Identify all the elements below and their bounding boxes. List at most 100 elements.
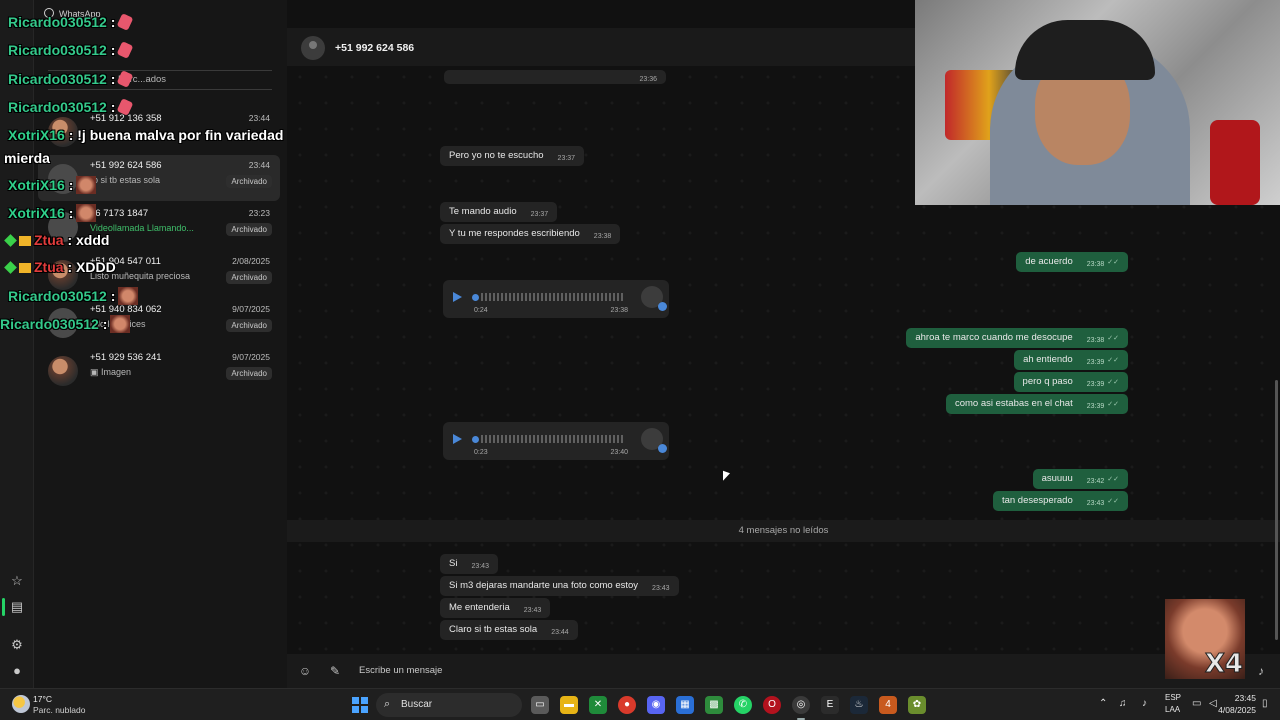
message-composer: ☺ ✎ Escribe un mensaje ♪ [287, 654, 1280, 688]
message-bubble-out[interactable]: ahroa te marco cuando me desocupe 23:38 ✓✓ [906, 328, 1128, 348]
speaker-icon[interactable]: ◁ [1209, 698, 1217, 709]
playhead[interactable] [472, 436, 479, 443]
store-icon[interactable]: ▦ [676, 696, 694, 714]
chat-username: XotriX16 [8, 205, 65, 221]
steam-icon[interactable]: ♨ [850, 696, 868, 714]
message-text: Pero yo no te escucho [449, 150, 544, 161]
crown-badge-icon [19, 263, 31, 273]
xbox-icon[interactable]: ✕ [589, 696, 607, 714]
network-icon[interactable]: ▭ [1192, 698, 1201, 709]
message-bubble-in[interactable]: Si m3 dejaras mandarte una foto como est… [440, 576, 679, 596]
mic-record-icon[interactable]: ♪ [1253, 663, 1269, 679]
message-bubble-out[interactable]: como asi estabas en el chat 23:39 ✓✓ [945, 394, 1128, 414]
stream-chat-line: Ricardo030512 : [0, 315, 131, 333]
chat-message: mierda [4, 150, 50, 166]
app-misc-icon[interactable]: ✿ [908, 696, 926, 714]
message-time: 23:36 [639, 76, 657, 83]
badge-icon [4, 261, 17, 274]
message-bubble-out[interactable]: pero q paso 23:39 ✓✓ [1013, 372, 1128, 392]
stream-chat-line: mierda [4, 150, 50, 166]
voice-message[interactable]: 0:24 23:38 [443, 280, 669, 318]
read-check-icon: ✓✓ [1107, 498, 1119, 505]
read-check-icon: ✓✓ [1107, 476, 1119, 483]
mouse-cursor [723, 470, 730, 484]
screen: ☆ ▤ ⚙ ● WhatsApp Parc...ados +51 912 136… [0, 0, 1280, 720]
message-bubble-out[interactable]: de acuerdo 23:38 ✓✓ [1016, 252, 1128, 272]
message-bubble-in[interactable]: Te mando audio 23:37 [440, 202, 558, 222]
play-icon[interactable] [453, 434, 462, 444]
opera-icon[interactable]: O [763, 696, 781, 714]
face-emote-icon [118, 287, 139, 305]
chat-message: !j buena malva por fin variedad [77, 127, 284, 143]
archive-icon[interactable]: ▤ [8, 598, 26, 616]
contact-avatar[interactable] [301, 36, 325, 60]
message-bubble-in[interactable]: Pero yo no te escucho 23:37 [440, 146, 585, 166]
play-icon[interactable] [453, 292, 462, 302]
mic-tray-icon[interactable]: ♪ [1142, 698, 1147, 709]
epic-games-icon[interactable]: E [821, 696, 839, 714]
message-input[interactable]: Escribe un mensaje [359, 665, 442, 676]
message-bubble-in[interactable]: 23:36 [444, 70, 666, 84]
weather-desc[interactable]: Parc. nublado [33, 705, 85, 715]
settings-icon[interactable]: ⚙ [8, 636, 26, 654]
voice-message[interactable]: 0:23 23:40 [443, 422, 669, 460]
clock-time[interactable]: 23:45 [1235, 693, 1256, 703]
chat-item[interactable]: +51 929 536 241 9/07/2025 ▣ Imagen Archi… [38, 347, 280, 393]
badge-icon [4, 234, 17, 247]
message-bubble-in[interactable]: Si 23:43 [440, 554, 498, 574]
reaction-emote: X4 [1165, 599, 1245, 680]
message-text: Si [449, 558, 458, 569]
archived-badge: Archivado [226, 367, 272, 380]
notification-icon[interactable]: ▯ [1262, 698, 1268, 709]
input-language[interactable]: ESP [1165, 693, 1181, 702]
contact-name[interactable]: +51 992 624 586 [335, 42, 414, 54]
message-text: Te mando audio [449, 206, 517, 217]
clock-date[interactable]: 4/08/2025 [1218, 705, 1256, 715]
emoji-icon[interactable]: ☺ [297, 663, 313, 679]
file-explorer-icon[interactable]: ▬ [560, 696, 578, 714]
input-layout[interactable]: LAA [1165, 705, 1180, 714]
face-emote-icon [110, 315, 131, 333]
read-check-icon: ✓✓ [1107, 335, 1119, 342]
waveform[interactable] [481, 293, 625, 301]
playhead[interactable] [472, 294, 479, 301]
message-bubble-out[interactable]: asuuuu 23:42 ✓✓ [1032, 469, 1128, 489]
whatsapp-taskbar-icon[interactable]: ✆ [734, 696, 752, 714]
task-view-icon[interactable]: ▭ [531, 696, 549, 714]
message-bubble-in[interactable]: Claro si tb estas sola 23:44 [440, 620, 578, 640]
app-4-icon[interactable]: 4 [879, 696, 897, 714]
stream-chat-line: Ricardo030512 : [8, 13, 134, 31]
waveform[interactable] [481, 435, 625, 443]
chat-username: XotriX16 [8, 177, 65, 193]
message-bubble-in[interactable]: Y tu me respondes escribiendo 23:38 [440, 224, 621, 244]
chat-preview: ▣ Imagen [90, 367, 131, 378]
stream-chat-line: Ztua : XDDD [4, 259, 116, 275]
chat-username: Ricardo030512 [0, 316, 99, 332]
obs-icon[interactable]: ◎ [792, 696, 810, 720]
message-bubble-in[interactable]: Me entenderia 23:43 [440, 598, 551, 618]
starred-icon[interactable]: ☆ [8, 572, 26, 590]
chrome-icon[interactable]: ● [618, 696, 636, 714]
weather-icon[interactable] [12, 695, 30, 713]
read-check-icon: ✓✓ [1107, 357, 1119, 364]
taskbar-search[interactable]: ⌕ Buscar [376, 693, 522, 717]
message-text: de acuerdo [1025, 256, 1073, 267]
read-check-icon: ✓✓ [1107, 259, 1119, 266]
weather-temp[interactable]: 17°C [33, 694, 52, 704]
discord-icon[interactable]: ◉ [647, 696, 665, 714]
volume-tray-icon[interactable]: ♫ [1119, 698, 1127, 709]
message-text: Claro si tb estas sola [449, 624, 538, 635]
windows-start-icon[interactable] [352, 697, 368, 713]
minecraft-icon[interactable]: ▩ [705, 696, 723, 714]
attach-icon[interactable]: ✎ [327, 663, 343, 679]
message-bubble-out[interactable]: tan desesperado 23:43 ✓✓ [992, 491, 1128, 511]
conversation-scrollbar[interactable] [1275, 380, 1278, 640]
message-time: 23:37 [530, 211, 549, 218]
message-text: ah entiendo [1023, 354, 1073, 365]
cam-person-cap [1015, 20, 1155, 80]
profile-icon[interactable]: ● [8, 662, 26, 680]
tray-chevron-icon[interactable]: ⌃ [1099, 698, 1107, 709]
chat-name: +51 929 536 241 [90, 352, 162, 363]
message-time: 23:43 [652, 585, 670, 592]
message-bubble-out[interactable]: ah entiendo 23:39 ✓✓ [1014, 350, 1128, 370]
